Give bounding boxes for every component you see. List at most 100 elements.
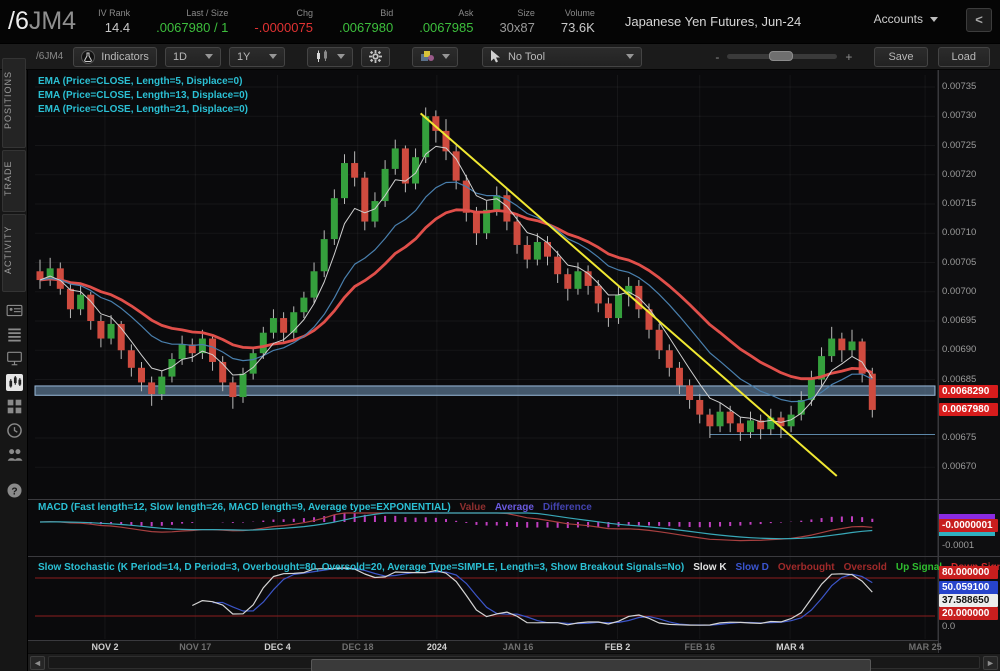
candle xyxy=(229,382,237,398)
price-axis-label: 0.00730 xyxy=(942,110,977,122)
macd-label: MACD (Fast length=12, Slow length=26, MA… xyxy=(38,502,451,513)
support-band xyxy=(34,385,936,396)
macd-difference-badge xyxy=(939,532,995,536)
candle xyxy=(401,148,409,184)
candle xyxy=(280,318,288,333)
legend-item: Difference xyxy=(542,502,592,513)
candle xyxy=(249,353,257,374)
candle xyxy=(361,177,369,222)
price-badge: 0.0067980 xyxy=(939,403,998,417)
time-axis-label: FEB 16 xyxy=(684,642,716,652)
scroll-left-button[interactable]: ◄ xyxy=(30,656,45,670)
candle xyxy=(696,399,704,415)
macd-value-badge: -0.0000001 xyxy=(939,519,998,532)
price-axis-label: 0.00725 xyxy=(942,139,977,151)
legend-item: Oversold xyxy=(843,562,887,573)
candle xyxy=(747,420,754,433)
candle xyxy=(341,163,348,199)
stochastic-badge: 50.059100 xyxy=(939,581,998,594)
stochastic-badge: 20.000000 xyxy=(939,607,998,620)
candle xyxy=(655,329,663,351)
macd-axis-label: -0.0001 xyxy=(942,540,975,551)
time-axis-label: NOV 2 xyxy=(91,642,119,652)
candle xyxy=(675,367,683,386)
ema-study-label[interactable]: EMA (Price=CLOSE, Length=21, Displace=0) xyxy=(38,104,248,115)
time-axis-label: DEC 18 xyxy=(341,642,374,652)
candle xyxy=(219,361,227,383)
legend-item: Value xyxy=(459,502,486,513)
candle xyxy=(239,373,247,398)
candle xyxy=(97,321,105,339)
price-badge: 0.0068290 xyxy=(939,385,998,399)
candle xyxy=(178,344,186,360)
candle xyxy=(290,312,298,333)
price-axis-label: 0.00705 xyxy=(942,256,977,268)
candle xyxy=(686,385,694,400)
candle xyxy=(574,271,582,289)
price-axis-label: 0.00695 xyxy=(942,315,977,326)
stochastic-label: Slow Stochastic (K Period=14, D Period=3… xyxy=(38,562,685,573)
time-axis-label: NOV 17 xyxy=(179,642,212,652)
candle xyxy=(269,318,277,333)
candle xyxy=(554,256,562,275)
stochastic-badge: 37.588650 xyxy=(939,594,998,607)
candle xyxy=(513,221,521,245)
time-axis-label: MAR 4 xyxy=(776,642,805,652)
candle xyxy=(391,148,399,169)
candle xyxy=(66,288,74,310)
candle xyxy=(726,411,734,424)
candle xyxy=(838,338,846,351)
stochastic-badge: 80.000000 xyxy=(939,566,998,579)
price-axis-label: 0.00690 xyxy=(942,344,977,356)
legend-item: Average xyxy=(494,502,534,513)
price-axis-label: 0.00685 xyxy=(942,373,977,385)
legend-item: Up Signal xyxy=(895,562,943,573)
candle xyxy=(77,294,85,310)
candle xyxy=(310,271,318,298)
price-axis-label: 0.00720 xyxy=(942,168,977,180)
time-axis-label: 2024 xyxy=(426,642,447,652)
time-axis-label: JAN 16 xyxy=(502,642,534,652)
candle xyxy=(706,414,714,427)
candle xyxy=(736,423,744,433)
candle xyxy=(544,242,551,257)
legend-item: Slow K xyxy=(693,562,727,573)
candle xyxy=(665,350,673,368)
candle xyxy=(594,285,602,304)
price-axis-label: 0.00700 xyxy=(942,285,977,297)
candle xyxy=(533,242,541,260)
horizontal-scrollbar[interactable]: ◄ ► xyxy=(28,653,1000,671)
candle xyxy=(351,163,359,178)
candle xyxy=(523,244,531,260)
candle xyxy=(604,303,612,319)
price-axis-label: 0.00670 xyxy=(942,461,977,473)
price-axis-label: 0.00735 xyxy=(942,81,977,92)
time-axis-label: FEB 2 xyxy=(604,642,631,652)
candle xyxy=(330,198,338,240)
scrollbar-thumb[interactable] xyxy=(311,659,871,671)
macd-study-header[interactable]: MACD (Fast length=12, Slow length=26, MA… xyxy=(38,502,592,513)
candle xyxy=(412,157,420,184)
candle xyxy=(716,411,724,427)
candle xyxy=(828,338,836,357)
candle xyxy=(107,323,115,339)
candle xyxy=(564,274,572,289)
candle xyxy=(320,239,328,272)
candle xyxy=(127,350,135,368)
candle xyxy=(615,294,623,319)
candle xyxy=(300,297,308,313)
candle xyxy=(158,376,166,395)
candle xyxy=(259,332,267,354)
candle xyxy=(493,195,501,210)
time-axis-label: MAR 25 xyxy=(908,642,942,652)
scrollbar-track[interactable] xyxy=(48,656,980,671)
ema-study-label[interactable]: EMA (Price=CLOSE, Length=5, Displace=0) xyxy=(38,76,242,87)
ema-study-label[interactable]: EMA (Price=CLOSE, Length=13, Displace=0) xyxy=(38,90,248,101)
candle xyxy=(209,338,217,362)
stochastic-study-header[interactable]: Slow Stochastic (K Period=14, D Period=3… xyxy=(38,562,1000,573)
legend-item: Overbought xyxy=(777,562,835,573)
scroll-right-button[interactable]: ► xyxy=(983,656,998,670)
time-axis-label: DEC 4 xyxy=(264,642,291,652)
stochastic-axis-label: 0.0 xyxy=(942,621,956,632)
price-axis-label: 0.00710 xyxy=(942,227,977,239)
